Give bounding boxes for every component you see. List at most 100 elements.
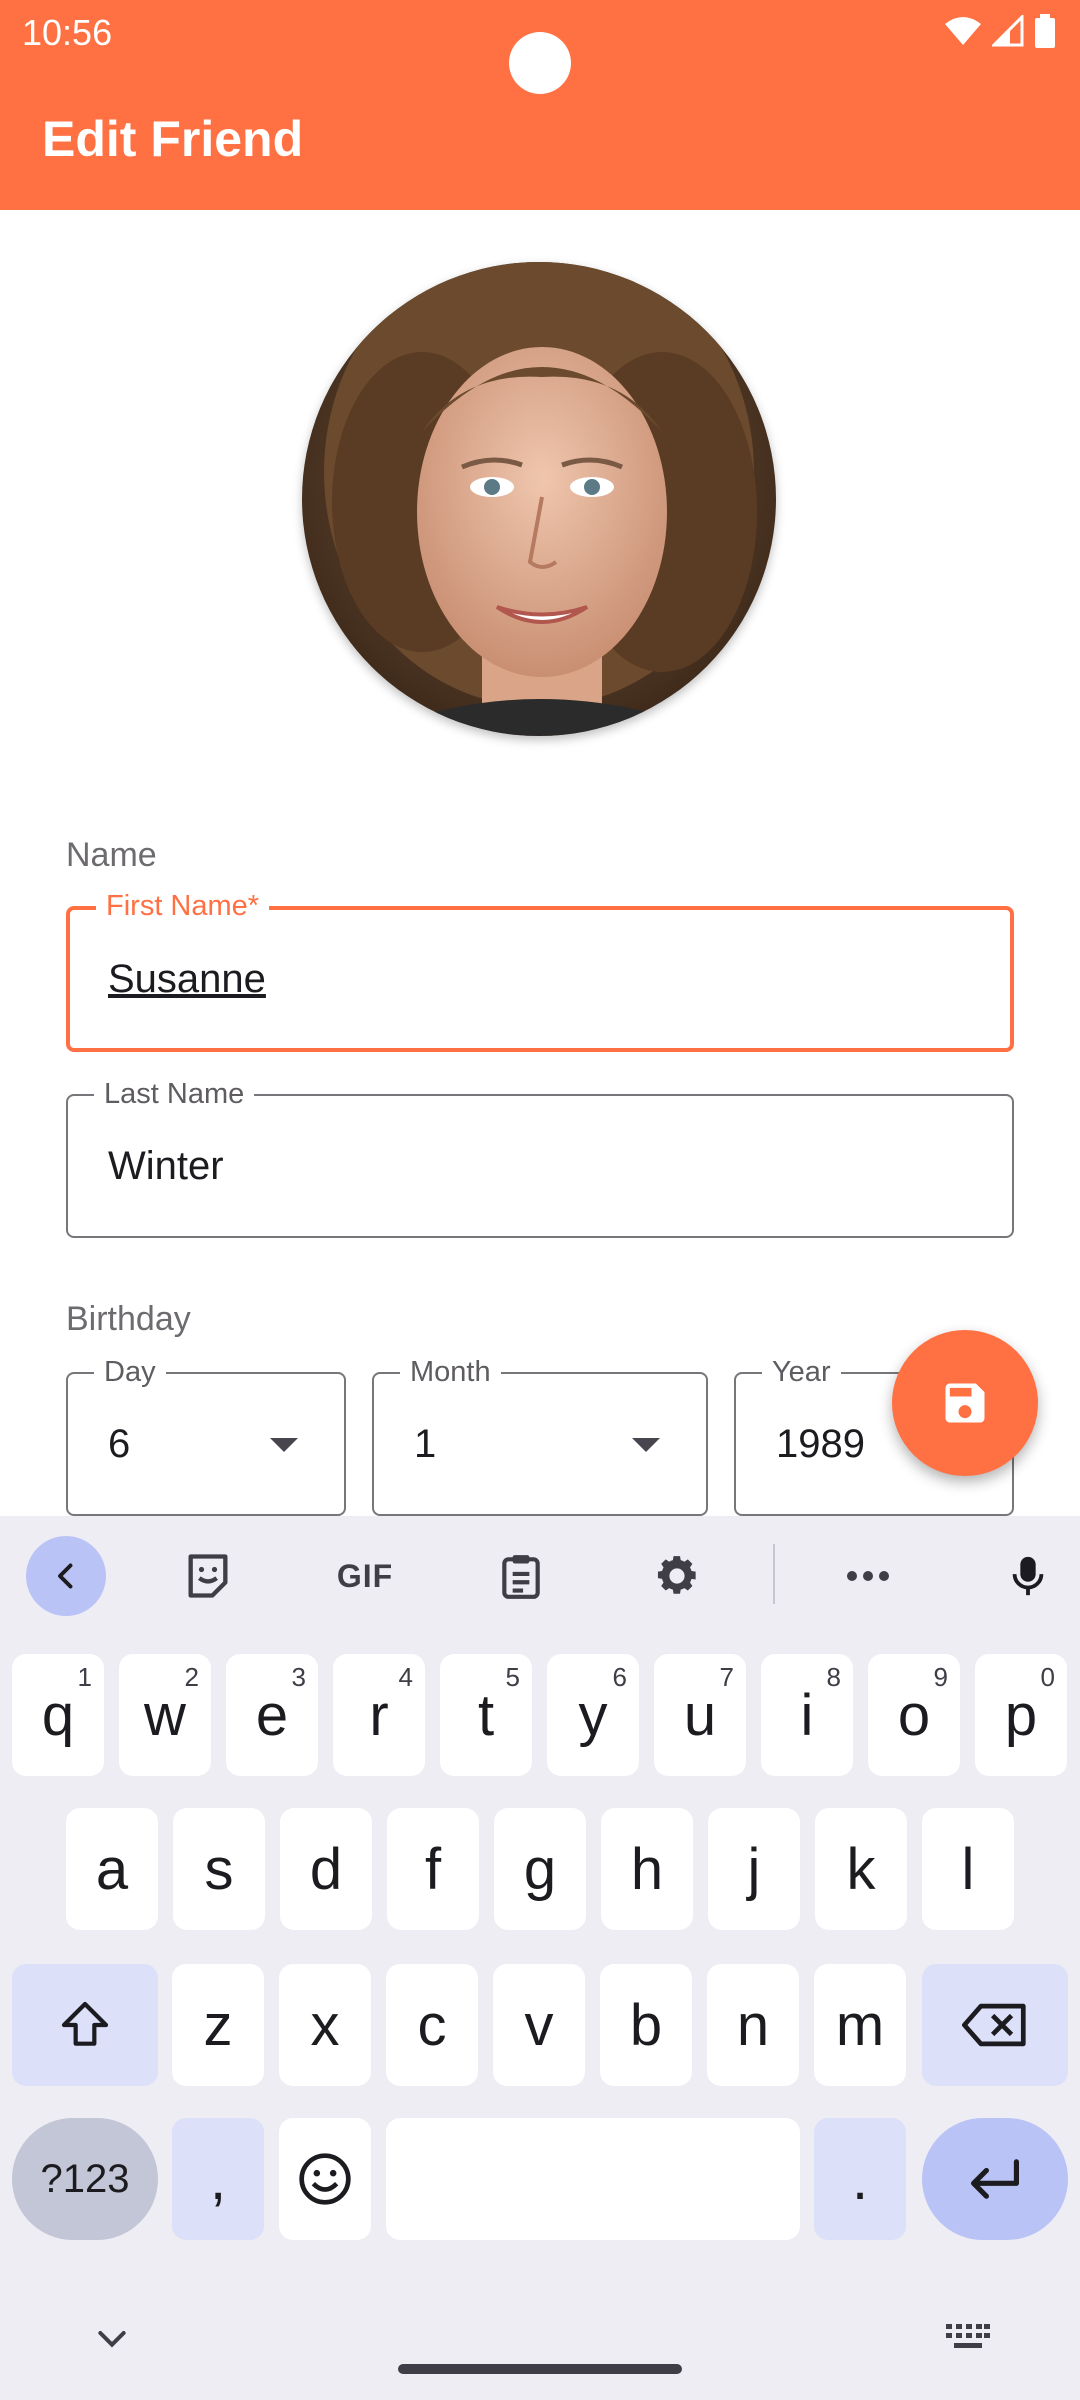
key-l[interactable]: l: [922, 1808, 1014, 1930]
save-button[interactable]: [892, 1330, 1038, 1476]
key-label: o: [897, 1682, 931, 1748]
more-button[interactable]: [828, 1536, 908, 1616]
day-dropdown[interactable]: Day 6: [66, 1354, 346, 1516]
key-hint: 9: [933, 1662, 948, 1692]
key-j[interactable]: j: [708, 1808, 800, 1930]
month-value: 1: [414, 1421, 437, 1466]
sticker-icon: [188, 1554, 228, 1598]
key-label: p: [1004, 1682, 1038, 1748]
key-o[interactable]: o9: [868, 1654, 960, 1776]
toolbar-divider: [773, 1544, 775, 1604]
key-k[interactable]: k: [815, 1808, 907, 1930]
status-icons: [944, 14, 1056, 48]
key-label: q: [41, 1682, 75, 1748]
status-time: 10:56: [22, 12, 113, 53]
collapse-toolbar-button[interactable]: [26, 1536, 106, 1616]
save-icon: [945, 1383, 985, 1423]
key-g[interactable]: g: [494, 1808, 586, 1930]
comma-key[interactable]: ,: [172, 2118, 264, 2240]
more-horizontal-icon: [847, 1571, 889, 1581]
key-x[interactable]: x: [279, 1964, 371, 2086]
key-label: r: [369, 1682, 389, 1748]
key-n[interactable]: n: [707, 1964, 799, 2086]
key-label: e: [255, 1682, 289, 1748]
key-m[interactable]: m: [814, 1964, 906, 2086]
gif-button[interactable]: GIF: [325, 1536, 405, 1616]
key-hint: 0: [1040, 1662, 1055, 1692]
key-a[interactable]: a: [66, 1808, 158, 1930]
key-s[interactable]: s: [173, 1808, 265, 1930]
name-section-label: Name: [66, 836, 157, 874]
key-label: t: [477, 1682, 495, 1748]
key-c[interactable]: c: [386, 1964, 478, 2086]
key-p[interactable]: p0: [975, 1654, 1067, 1776]
first-name-field[interactable]: First Name* Susanne: [66, 888, 1014, 1052]
key-u[interactable]: u7: [654, 1654, 746, 1776]
wifi-icon: [945, 17, 981, 45]
backspace-key[interactable]: [922, 1964, 1068, 2086]
month-dropdown[interactable]: Month 1: [372, 1354, 708, 1516]
battery-icon: [1035, 14, 1055, 48]
dropdown-arrow-icon: [270, 1438, 298, 1452]
avatar-photo: [302, 262, 776, 736]
key-q[interactable]: q1: [12, 1654, 104, 1776]
key-v[interactable]: v: [493, 1964, 585, 2086]
key-hint: 7: [719, 1662, 734, 1692]
key-hint: 3: [291, 1662, 306, 1692]
app-bar: 10:56 Edit Friend: [0, 0, 1080, 210]
voice-input-button[interactable]: [988, 1536, 1068, 1616]
soft-keyboard: GIF q1w2e3r4t5y6u7 i 8 o 9 p 0 a s d f g…: [0, 1516, 1080, 2400]
key-h[interactable]: h: [601, 1808, 693, 1930]
enter-icon: [971, 2159, 1019, 2199]
key-label: w: [144, 1682, 186, 1748]
chevron-left-icon: [58, 1563, 73, 1589]
gear-icon: [657, 1556, 696, 1594]
key-hint: 4: [398, 1662, 413, 1692]
home-indicator[interactable]: [398, 2364, 682, 2374]
key-t[interactable]: t5: [440, 1654, 532, 1776]
key-z[interactable]: z: [172, 1964, 264, 2086]
shift-key[interactable]: [12, 1964, 158, 2086]
settings-button[interactable]: [637, 1536, 717, 1616]
emoji-key[interactable]: [279, 2118, 371, 2240]
birthday-section-label: Birthday: [66, 1300, 191, 1338]
signal-icon: [992, 15, 1024, 47]
emoji-icon: [299, 2153, 351, 2205]
key-hint: 2: [184, 1662, 199, 1692]
key-y[interactable]: y6: [547, 1654, 639, 1776]
key-label: i: [800, 1682, 814, 1748]
space-key[interactable]: [386, 2118, 800, 2240]
symbols-key[interactable]: ?123: [12, 2118, 158, 2240]
keyboard-switch-icon[interactable]: [946, 2324, 990, 2352]
sticker-button[interactable]: [168, 1536, 248, 1616]
day-value: 6: [108, 1421, 131, 1466]
shift-icon: [61, 2001, 109, 2046]
keyboard-toolbar: GIF: [0, 1516, 1080, 1634]
hide-keyboard-icon[interactable]: [92, 2318, 132, 2358]
key-d[interactable]: d: [280, 1808, 372, 1930]
page-title: Edit Friend: [42, 111, 304, 167]
key-label: y: [578, 1682, 608, 1748]
friend-avatar[interactable]: [302, 262, 776, 736]
key-w[interactable]: w2: [119, 1654, 211, 1776]
year-value[interactable]: 1989: [776, 1374, 865, 1514]
dropdown-arrow-icon: [632, 1438, 660, 1452]
key-hint: 5: [505, 1662, 520, 1692]
microphone-icon: [1012, 1556, 1044, 1596]
key-b[interactable]: b: [600, 1964, 692, 2086]
key-hint: 6: [612, 1662, 627, 1692]
camera-cutout: [509, 32, 571, 94]
key-r[interactable]: r4: [333, 1654, 425, 1776]
enter-key[interactable]: [922, 2118, 1068, 2240]
key-i[interactable]: i8: [761, 1654, 853, 1776]
key-hint: 8: [826, 1662, 841, 1692]
clipboard-button[interactable]: [481, 1536, 561, 1616]
first-name-value[interactable]: Susanne: [108, 910, 266, 1048]
backspace-icon: [962, 2003, 1026, 2047]
key-f[interactable]: f: [387, 1808, 479, 1930]
period-key[interactable]: .: [814, 2118, 906, 2240]
last-name-field[interactable]: Last Name Winter: [66, 1076, 1014, 1238]
key-label: u: [683, 1682, 717, 1748]
last-name-value[interactable]: Winter: [108, 1096, 224, 1236]
key-e[interactable]: e3: [226, 1654, 318, 1776]
